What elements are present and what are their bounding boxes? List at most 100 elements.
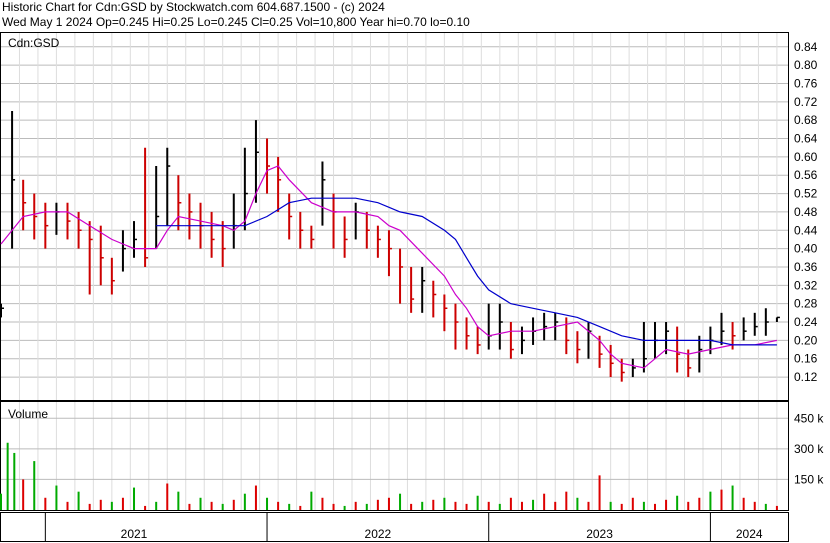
volume-bar: [753, 501, 756, 510]
volume-bar: [399, 493, 402, 510]
price-tick-label: 0.80: [794, 58, 818, 72]
price-tick-label: 0.44: [794, 223, 818, 237]
price-tick-label: 0.72: [794, 95, 818, 109]
volume-bar: [33, 461, 36, 510]
volume-bar: [133, 487, 136, 510]
year-label: 2024: [736, 527, 763, 541]
volume-bar: [177, 491, 180, 510]
volume-bar: [587, 501, 590, 510]
volume-bar: [44, 497, 47, 510]
volume-bar: [365, 503, 368, 510]
volume-tick-label: 450 k: [794, 411, 824, 425]
volume-axis: 450 k 300 k 150 k: [794, 411, 824, 486]
volume-bar: [532, 499, 535, 510]
volume-bar: [642, 501, 645, 510]
price-tick-label: 0.76: [794, 76, 818, 90]
volume-bar: [487, 501, 490, 510]
volume-bar: [543, 493, 546, 510]
volume-bar: [243, 493, 246, 510]
volume-bar: [731, 485, 734, 510]
volume-bar: [332, 503, 335, 510]
stock-chart: 0.84 0.80 0.76 0.72 0.68 0.64 0.60 0.56 0.52 0.48…: [0, 32, 824, 542]
volume-bar: [299, 505, 302, 510]
price-tick-label: 0.48: [794, 205, 818, 219]
volume-bar: [698, 497, 701, 510]
volume-bar: [343, 505, 346, 510]
price-tick-label: 0.20: [794, 333, 818, 347]
volume-bar: [210, 501, 213, 510]
price-tick-label: 0.24: [794, 315, 818, 329]
volume-bar: [620, 503, 623, 510]
volume-bar: [432, 499, 435, 510]
volume-bar: [443, 497, 446, 510]
price-tick-label: 0.64: [794, 132, 818, 146]
volume-bar: [121, 497, 124, 510]
price-tick-label: 0.52: [794, 187, 818, 201]
volume-bar: [421, 501, 424, 510]
volume-bar: [775, 505, 778, 510]
volume-bar: [88, 503, 91, 510]
volume-tick-label: 150 k: [794, 472, 824, 486]
volume-bar: [720, 489, 723, 510]
volume-bar: [310, 491, 313, 510]
price-tick-label: 0.40: [794, 242, 818, 256]
volume-bar: [277, 501, 280, 510]
price-tick-label: 0.36: [794, 260, 818, 274]
year-label: 2023: [586, 527, 613, 541]
volume-bar: [609, 501, 612, 510]
volume-bar: [476, 495, 479, 510]
price-tick-label: 0.56: [794, 168, 818, 182]
volume-bar: [99, 499, 102, 510]
volume-bar: [509, 497, 512, 510]
volume-bar: [13, 452, 16, 510]
volume-bar: [687, 501, 690, 510]
volume-bar: [232, 499, 235, 510]
volume-bar: [188, 503, 191, 510]
year-axis-frame: [0, 512, 789, 542]
volume-bar: [520, 501, 523, 510]
volume-bar: [598, 475, 601, 510]
volume-bar: [199, 497, 202, 510]
volume-bar: [709, 491, 712, 510]
year-label: 2021: [121, 527, 148, 541]
price-tick-label: 0.84: [794, 40, 818, 54]
volume-bar: [454, 501, 457, 510]
price-axis: 0.84 0.80 0.76 0.72 0.68 0.64 0.60 0.56 0.52 0.48…: [794, 40, 818, 384]
volume-bar: [410, 503, 413, 510]
volume-bar: [144, 505, 147, 510]
volume-bar: [576, 497, 579, 510]
volume-bar: [376, 499, 379, 510]
volume-bar: [554, 501, 557, 510]
volume-bar: [221, 503, 224, 510]
year-label: 2022: [365, 527, 392, 541]
price-tick-label: 0.28: [794, 297, 818, 311]
volume-bar: [764, 503, 767, 510]
volume-bar: [665, 499, 668, 510]
volume-bar: [631, 497, 634, 510]
volume-bar: [22, 479, 25, 510]
volume-panel-label: Volume: [8, 407, 48, 421]
volume-bar: [288, 503, 291, 510]
volume-bar: [653, 503, 656, 510]
volume-bar: [266, 497, 269, 510]
price-panel-label: Cdn:GSD: [8, 36, 60, 50]
volume-bar: [66, 501, 69, 510]
price-tick-label: 0.32: [794, 278, 818, 292]
volume-bar: [77, 491, 80, 510]
volume-bar: [742, 497, 745, 510]
volume-tick-label: 300 k: [794, 442, 824, 456]
volume-bar: [6, 442, 9, 510]
price-tick-label: 0.12: [794, 370, 818, 384]
volume-bar: [321, 497, 324, 510]
volume-bar: [498, 503, 501, 510]
volume-bar: [387, 497, 390, 510]
volume-bar: [254, 485, 257, 510]
price-tick-label: 0.16: [794, 352, 818, 366]
volume-bar: [0, 493, 2, 510]
volume-bar: [465, 503, 468, 510]
volume-bar: [676, 495, 679, 510]
price-tick-label: 0.60: [794, 150, 818, 164]
volume-bar: [166, 483, 169, 510]
price-panel-frame: [0, 32, 789, 401]
volume-bar: [55, 485, 58, 510]
